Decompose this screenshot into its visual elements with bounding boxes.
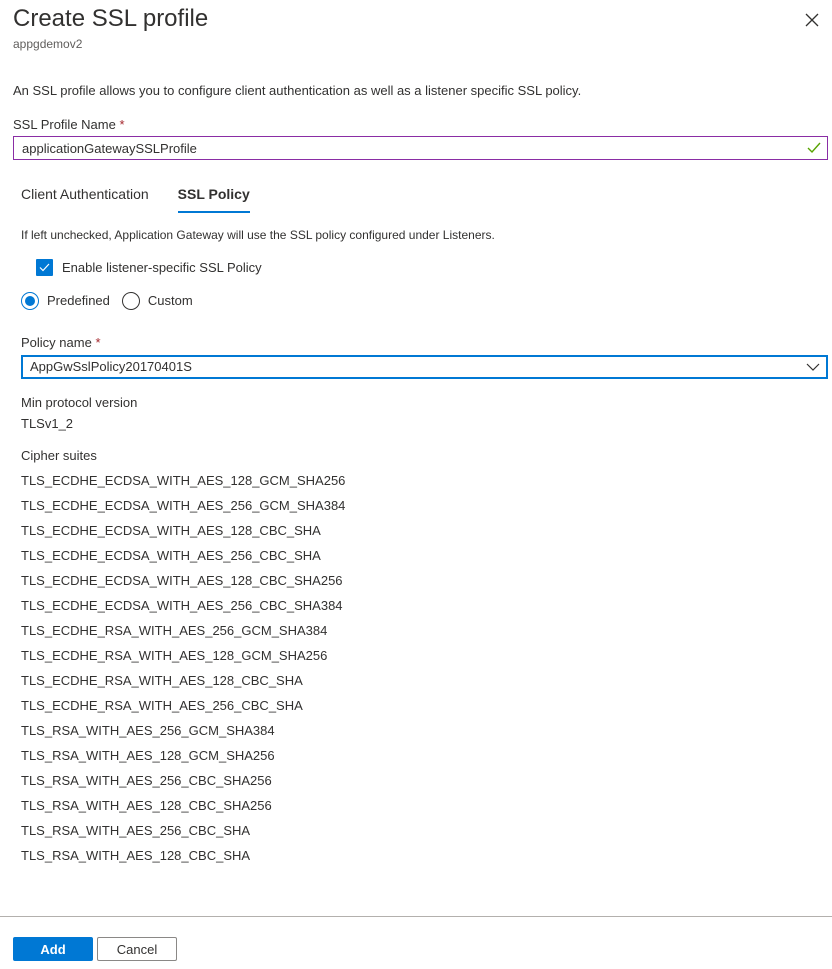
profile-name-field[interactable]	[13, 136, 828, 160]
intro-text: An SSL profile allows you to configure c…	[13, 83, 582, 98]
cipher-suite-item: TLS_ECDHE_RSA_WITH_AES_128_GCM_SHA256	[21, 648, 328, 663]
cipher-suite-item: TLS_RSA_WITH_AES_256_GCM_SHA384	[21, 723, 275, 738]
cipher-suite-item: TLS_RSA_WITH_AES_256_CBC_SHA256	[21, 773, 272, 788]
radio-predefined[interactable]: Predefined	[21, 292, 110, 310]
radio-button-unselected[interactable]	[121, 292, 140, 310]
cipher-suites-list: TLS_ECDHE_ECDSA_WITH_AES_128_GCM_SHA256 …	[21, 473, 345, 873]
cipher-suite-item: TLS_ECDHE_RSA_WITH_AES_128_CBC_SHA	[21, 673, 303, 688]
required-marker: *	[119, 117, 125, 132]
enable-listener-ssl-policy-checkbox[interactable]: Enable listener-specific SSL Policy	[36, 259, 262, 276]
close-button[interactable]	[798, 6, 826, 34]
cipher-suite-item: TLS_ECDHE_ECDSA_WITH_AES_256_CBC_SHA384	[21, 598, 343, 613]
min-protocol-value: TLSv1_2	[21, 416, 74, 431]
page-title: Create SSL profile	[13, 5, 209, 32]
policy-name-dropdown[interactable]: AppGwSslPolicy20170401S	[21, 355, 828, 379]
cancel-button[interactable]: Cancel	[97, 937, 177, 961]
radio-label-custom: Custom	[147, 293, 193, 308]
cipher-suite-item: TLS_ECDHE_ECDSA_WITH_AES_128_CBC_SHA256	[21, 573, 343, 588]
create-ssl-profile-panel: Create SSL profile appgdemov2 An SSL pro…	[0, 0, 832, 969]
tab-bar: Client Authentication SSL Policy	[21, 185, 279, 213]
cipher-suite-item: TLS_RSA_WITH_AES_256_CBC_SHA	[21, 823, 251, 838]
tab-ssl-policy[interactable]: SSL Policy	[177, 185, 250, 213]
cipher-suite-item: TLS_ECDHE_RSA_WITH_AES_256_CBC_SHA	[21, 698, 303, 713]
radio-custom[interactable]: Custom	[121, 292, 193, 310]
cipher-suite-item: TLS_ECDHE_ECDSA_WITH_AES_128_GCM_SHA256	[21, 473, 346, 488]
cipher-suite-item: TLS_ECDHE_RSA_WITH_AES_256_GCM_SHA384	[21, 623, 328, 638]
required-marker: *	[95, 335, 101, 350]
tab-client-authentication[interactable]: Client Authentication	[21, 185, 149, 213]
policy-type-radio-group: Predefined Custom	[21, 292, 205, 310]
cipher-suite-item: TLS_RSA_WITH_AES_128_CBC_SHA	[21, 848, 251, 863]
min-protocol-label: Min protocol version	[21, 395, 138, 410]
footer-divider	[0, 916, 832, 917]
close-icon	[805, 13, 819, 27]
checkmark-icon	[803, 137, 825, 159]
cipher-suite-item: TLS_ECDHE_ECDSA_WITH_AES_256_CBC_SHA	[21, 548, 321, 563]
profile-name-label-text: SSL Profile Name	[13, 117, 116, 132]
policy-name-selected-value: AppGwSslPolicy20170401S	[30, 359, 192, 374]
checkbox-checked[interactable]	[36, 259, 53, 276]
cipher-suites-label: Cipher suites	[21, 448, 97, 463]
policy-name-label: Policy name *	[21, 335, 101, 351]
cipher-suite-item: TLS_ECDHE_ECDSA_WITH_AES_256_GCM_SHA384	[21, 498, 346, 513]
add-button[interactable]: Add	[13, 937, 93, 961]
cipher-suite-item: TLS_RSA_WITH_AES_128_CBC_SHA256	[21, 798, 272, 813]
policy-name-label-text: Policy name	[21, 335, 92, 350]
ssl-policy-hint: If left unchecked, Application Gateway w…	[21, 228, 495, 242]
radio-dot	[25, 296, 35, 306]
checkmark-icon	[39, 263, 50, 272]
page-subtitle: appgdemov2	[13, 37, 83, 51]
radio-label-predefined: Predefined	[47, 293, 110, 308]
checkbox-label: Enable listener-specific SSL Policy	[62, 259, 262, 275]
profile-name-input[interactable]	[14, 137, 803, 159]
cipher-suite-item: TLS_ECDHE_ECDSA_WITH_AES_128_CBC_SHA	[21, 523, 321, 538]
radio-button-selected[interactable]	[21, 292, 39, 310]
chevron-down-icon	[802, 357, 824, 377]
profile-name-label: SSL Profile Name *	[13, 117, 125, 133]
cipher-suite-item: TLS_RSA_WITH_AES_128_GCM_SHA256	[21, 748, 275, 763]
